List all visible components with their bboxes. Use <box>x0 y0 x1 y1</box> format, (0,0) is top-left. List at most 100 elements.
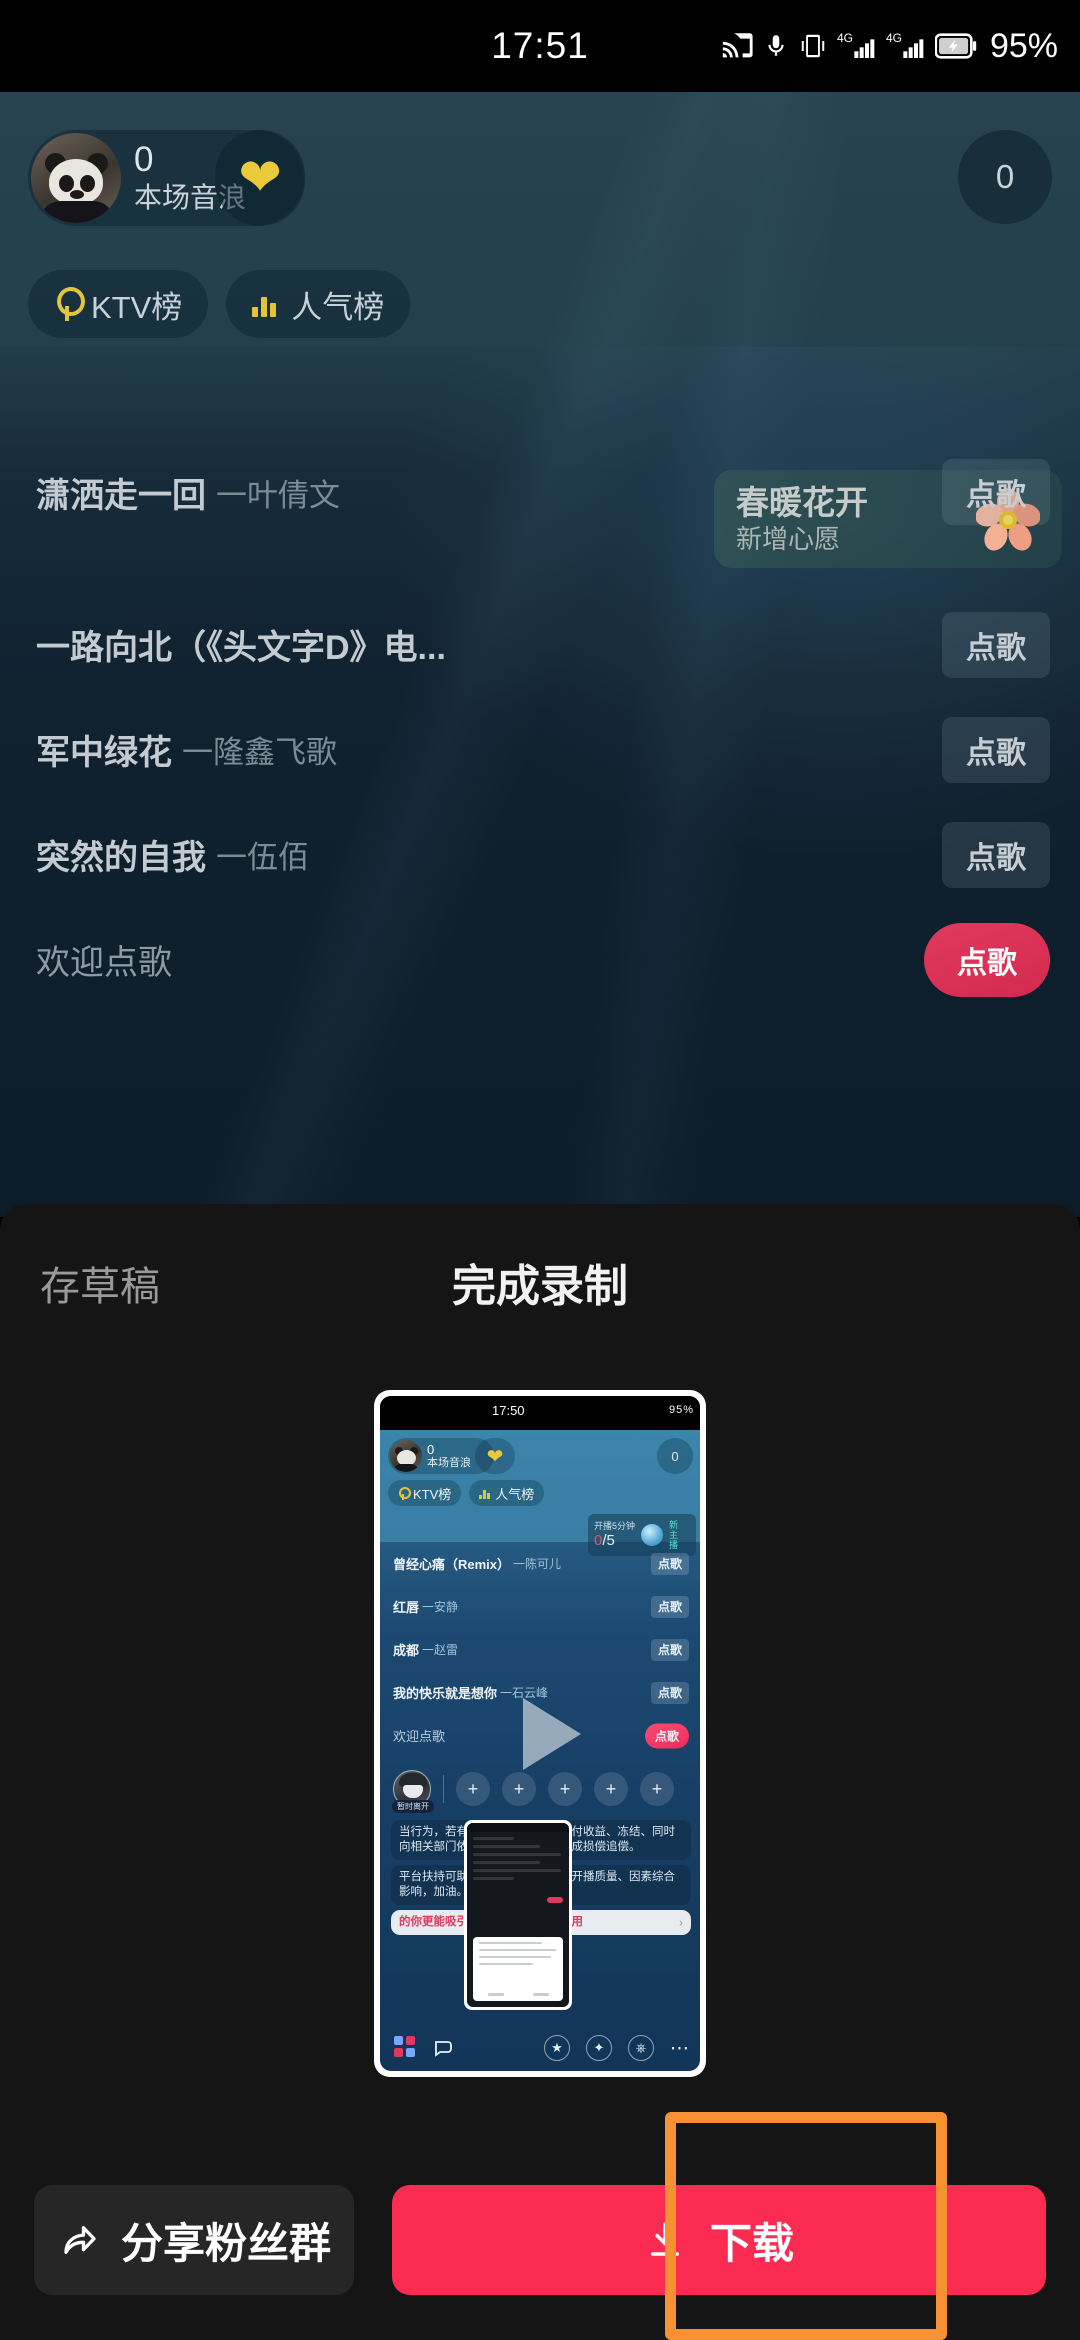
share-to-fan-group-button[interactable]: 分享粉丝群 <box>34 2185 354 2295</box>
pick-song-button-primary[interactable]: 点歌 <box>924 922 1050 997</box>
overlay-accent <box>547 1897 563 1903</box>
preview-popularity-rank-button: 人气榜 <box>469 1480 545 1506</box>
preview-live-header: 0 本场音浪 ❤ 0 KTV榜 人气榜 开播5分钟 0/5 新主播 <box>380 1430 700 1556</box>
song-row[interactable]: 军中绿花 一隆鑫飞歌 点歌 <box>0 697 1080 802</box>
preview-ktv-rank-label: KTV榜 <box>413 1486 452 1502</box>
download-icon <box>650 2222 679 2256</box>
heart-icon: ❤ <box>475 1438 515 1474</box>
preview-viewer-count: 0 <box>657 1438 693 1474</box>
preview-phone-screen <box>467 1823 569 2007</box>
battery-percent: 95% <box>989 26 1058 65</box>
list-item: 成都 一赵雷 点歌 <box>380 1628 700 1671</box>
song-artist: 一赵雷 <box>422 1643 459 1657</box>
viewer-count-badge[interactable]: 0 <box>958 130 1052 224</box>
song-artist: 一叶倩文 <box>216 477 340 513</box>
video-preview-thumbnail[interactable]: 17:50 95% 0 本场音浪 ❤ 0 KTV榜 人气榜 开播5分钟 0/5 … <box>374 1390 706 2077</box>
song-name: 潇洒走一回 <box>36 476 206 515</box>
rank-buttons: KTV榜 人气榜 <box>28 270 411 338</box>
overlay-dialog <box>473 1937 563 2001</box>
microphone-icon <box>398 1486 411 1500</box>
divider <box>443 1775 444 1803</box>
share-button-label: 分享粉丝群 <box>120 2219 331 2267</box>
battery-charging-icon <box>934 33 977 59</box>
song-name: 军中绿花 <box>36 734 172 772</box>
popularity-rank-button[interactable]: 人气榜 <box>226 270 411 338</box>
song-artist: 一陈可儿 <box>513 1557 562 1571</box>
microphone-icon <box>768 35 784 56</box>
list-item: 曾经心痛（Remix） 一陈可儿 点歌 <box>380 1542 700 1585</box>
song-name: 红唇 <box>393 1600 420 1615</box>
more-icon: ⋯ <box>670 2037 690 2059</box>
add-seat-button: + <box>502 1772 536 1806</box>
overlay-status-bar <box>467 1823 569 1832</box>
cast-icon <box>722 33 753 58</box>
download-button[interactable]: 下载 <box>392 2185 1046 2295</box>
microphone-icon <box>54 287 85 321</box>
share-arrow-icon <box>64 2226 96 2254</box>
bar-chart-icon <box>479 1488 491 1499</box>
status-bar-time: 17:51 <box>491 25 589 66</box>
song-name: 一路向北（《头文字D》电... <box>36 629 446 667</box>
power-icon: ⎈ <box>628 2035 654 2061</box>
preview-audio-wave-label: 本场音浪 <box>427 1456 471 1469</box>
viewer-count: 0 <box>995 158 1015 195</box>
song-list: 潇洒走一回 一叶倩文 点歌 一路向北（《头文字D》电... 点歌 军中绿花 一隆… <box>0 392 1080 1012</box>
list-item: 红唇 一安静 点歌 <box>380 1585 700 1628</box>
away-badge: 暂时离开 <box>392 1800 434 1813</box>
pick-song-button: 点歌 <box>651 1552 689 1575</box>
preview-status-time: 17:50 <box>492 1403 525 1418</box>
song-row[interactable]: 一路向北（《头文字D》电... 点歌 <box>0 592 1080 697</box>
pick-song-button: 点歌 <box>651 1595 689 1618</box>
sheet-header: 存草稿 完成录制 <box>0 1204 1080 1349</box>
sheet-title: 完成录制 <box>452 1262 628 1311</box>
song-artist: 一安静 <box>422 1600 459 1614</box>
preview-popularity-rank-label: 人气榜 <box>495 1486 535 1502</box>
preview-phone-overlay <box>464 1820 572 2010</box>
status-bar-icons: 4G 4G 95% <box>720 0 1058 92</box>
preview-ktv-rank-button: KTV榜 <box>388 1480 462 1506</box>
add-seat-button: + <box>640 1772 674 1806</box>
pick-song-button[interactable]: 点歌 <box>942 821 1050 888</box>
song-row[interactable]: 潇洒走一回 一叶倩文 点歌 <box>0 392 1080 592</box>
magic-wand-icon: ✦ <box>586 2035 612 2061</box>
add-seat-button: + <box>456 1772 490 1806</box>
task-title: 开播5分钟 <box>594 1521 636 1531</box>
shield-icon: ★ <box>544 2035 570 2061</box>
song-artist: 一隆鑫飞歌 <box>182 735 337 770</box>
download-button-label: 下载 <box>709 2219 794 2267</box>
song-name: 欢迎点歌 <box>393 1729 446 1744</box>
popularity-rank-label: 人气榜 <box>291 289 385 325</box>
song-name: 我的快乐就是想你 <box>393 1686 498 1701</box>
preview-status-battery: 95% <box>668 1404 694 1416</box>
signal-4g-icon: 4G <box>837 31 875 58</box>
song-name: 突然的自我 <box>36 839 206 877</box>
chevron-right-icon: › <box>679 1915 683 1929</box>
play-icon[interactable] <box>523 1697 581 1770</box>
ktv-rank-button[interactable]: KTV榜 <box>28 270 209 338</box>
preview-bottom-bar: ★ ✦ ⎈ ⋯ <box>380 2025 700 2071</box>
pick-song-button[interactable]: 点歌 <box>942 459 1050 525</box>
svg-text:4G: 4G <box>886 31 902 45</box>
grid-icon <box>394 2036 418 2060</box>
avatar[interactable] <box>31 133 121 223</box>
song-name: 欢迎点歌 <box>36 944 172 982</box>
preview-status-bar: 17:50 95% <box>380 1396 700 1430</box>
video-preview-frame: 17:50 95% 0 本场音浪 ❤ 0 KTV榜 人气榜 开播5分钟 0/5 … <box>380 1396 700 2071</box>
song-artist: 一伍佰 <box>216 840 309 875</box>
song-name: 曾经心痛（Remix） <box>393 1557 511 1572</box>
bar-chart-icon <box>252 291 280 317</box>
live-room-background: 0 本场音浪 ❤ 0 KTV榜 人气榜 春暖花开 新增心愿 潇洒走一回 一叶倩文… <box>0 92 1080 1217</box>
song-row[interactable]: 突然的自我 一伍佰 点歌 <box>0 802 1080 907</box>
pick-song-button[interactable]: 点歌 <box>942 716 1050 783</box>
avatar <box>390 1440 422 1472</box>
preview-bottom-right-icons: ★ ✦ ⎈ ⋯ <box>544 2035 690 2061</box>
pick-song-button[interactable]: 点歌 <box>942 611 1050 678</box>
vibrate-icon <box>801 34 825 58</box>
add-seat-button: + <box>594 1772 628 1806</box>
ktv-rank-label: KTV榜 <box>91 289 183 325</box>
heart-button[interactable]: ❤ <box>215 130 305 226</box>
heart-icon: ❤ <box>238 149 282 207</box>
song-row[interactable]: 欢迎点歌 点歌 <box>0 907 1080 1012</box>
status-bar: 17:51 4G 4G 95% <box>0 0 1080 92</box>
pick-song-button: 点歌 <box>651 1681 689 1704</box>
